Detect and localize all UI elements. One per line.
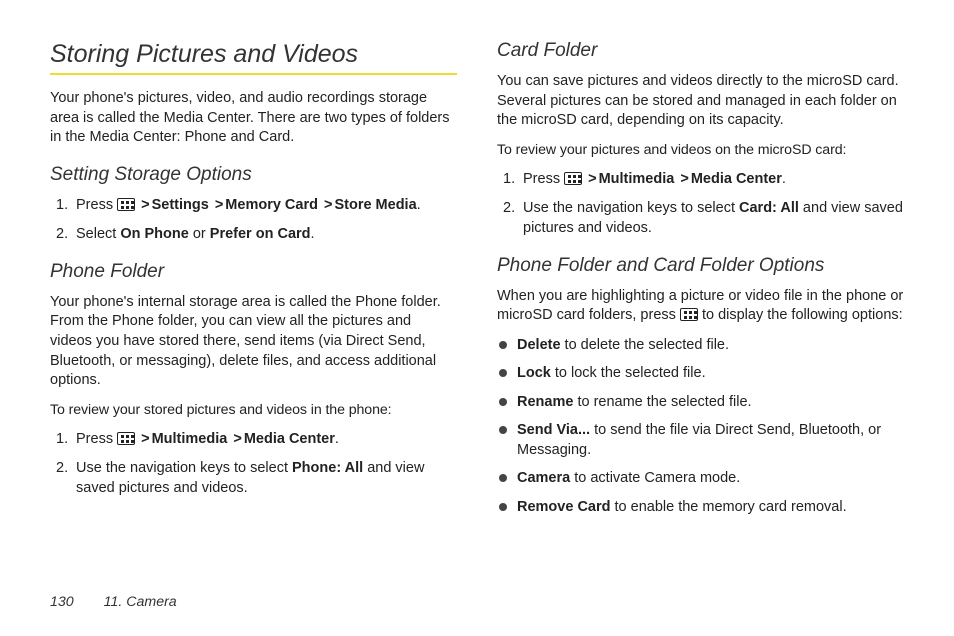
step-text: Press (76, 431, 117, 447)
nav-store-media: Store Media (334, 197, 416, 213)
card-folder-paragraph: You can save pictures and videos directl… (497, 72, 904, 131)
intro-paragraph: Your phone's pictures, video, and audio … (50, 89, 457, 148)
option-rename: Rename to rename the selected file. (497, 393, 904, 413)
option-text: to delete the selected file. (561, 337, 729, 353)
nav-multimedia: Multimedia (599, 171, 675, 187)
step-1: Press >Multimedia >Media Center. (497, 170, 904, 190)
option-camera: Camera to activate Camera mode. (497, 469, 904, 489)
step-text: Select (76, 226, 120, 242)
step-text: or (189, 226, 210, 242)
option-text: to lock the selected file. (551, 365, 706, 381)
intro-text: to display the following options: (698, 307, 903, 323)
nav-separator: > (588, 171, 596, 187)
subheading-phone-folder: Phone Folder (50, 261, 457, 283)
option-send-via: Send Via... to send the file via Direct … (497, 421, 904, 460)
subheading-folder-options: Phone Folder and Card Folder Options (497, 255, 904, 277)
menu-key-icon (680, 308, 698, 321)
period: . (417, 197, 421, 213)
nav-separator: > (215, 197, 223, 213)
period: . (335, 431, 339, 447)
page-title: Storing Pictures and Videos (50, 40, 457, 75)
nav-multimedia: Multimedia (152, 431, 228, 447)
option-lock: Lock to lock the selected file. (497, 364, 904, 384)
step-1: Press >Settings >Memory Card >Store Medi… (50, 196, 457, 216)
nav-separator: > (233, 431, 241, 447)
nav-separator: > (141, 431, 149, 447)
step-text: Press (523, 171, 564, 187)
phone-folder-paragraph: Your phone's internal storage area is ca… (50, 293, 457, 391)
period: . (782, 171, 786, 187)
option-prefer-on-card: Prefer on Card (210, 226, 311, 242)
menu-key-icon (117, 432, 135, 445)
card-folder-steps: Press >Multimedia >Media Center. Use the… (497, 170, 904, 239)
nav-separator: > (324, 197, 332, 213)
page-number: 130 (50, 594, 74, 610)
period: . (311, 226, 315, 242)
option-label: Camera (517, 470, 570, 486)
options-list: Delete to delete the selected file. Lock… (497, 336, 904, 518)
nav-separator: > (680, 171, 688, 187)
storage-options-steps: Press >Settings >Memory Card >Store Medi… (50, 196, 457, 245)
nav-media-center: Media Center (691, 171, 782, 187)
left-column: Storing Pictures and Videos Your phone's… (50, 40, 457, 570)
target-phone-all: Phone: All (292, 460, 363, 476)
step-text: Use the navigation keys to select (76, 460, 292, 476)
step-2: Use the navigation keys to select Phone:… (50, 459, 457, 498)
option-label: Delete (517, 337, 561, 353)
right-column: Card Folder You can save pictures and vi… (497, 40, 904, 570)
step-text: Press (76, 197, 117, 213)
step-text: Use the navigation keys to select (523, 200, 739, 216)
subheading-card-folder: Card Folder (497, 40, 904, 62)
subheading-storage-options: Setting Storage Options (50, 164, 457, 186)
menu-key-icon (117, 198, 135, 211)
two-column-layout: Storing Pictures and Videos Your phone's… (50, 40, 904, 570)
nav-media-center: Media Center (244, 431, 335, 447)
page-footer: 130 11. Camera (50, 594, 177, 610)
option-label: Remove Card (517, 499, 610, 515)
card-folder-lead: To review your pictures and videos on th… (497, 141, 904, 160)
option-label: Rename (517, 394, 573, 410)
step-2: Use the navigation keys to select Card: … (497, 199, 904, 238)
nav-separator: > (141, 197, 149, 213)
step-2: Select On Phone or Prefer on Card. (50, 225, 457, 245)
phone-folder-steps: Press >Multimedia >Media Center. Use the… (50, 430, 457, 499)
option-text: to enable the memory card removal. (610, 499, 846, 515)
menu-key-icon (564, 172, 582, 185)
option-label: Lock (517, 365, 551, 381)
option-label: Send Via... (517, 422, 590, 438)
phone-folder-lead: To review your stored pictures and video… (50, 401, 457, 420)
section-label: 11. Camera (104, 594, 177, 610)
option-text: to rename the selected file. (573, 394, 751, 410)
step-1: Press >Multimedia >Media Center. (50, 430, 457, 450)
nav-settings: Settings (152, 197, 209, 213)
options-intro: When you are highlighting a picture or v… (497, 287, 904, 326)
manual-page: Storing Pictures and Videos Your phone's… (0, 0, 954, 636)
option-on-phone: On Phone (120, 226, 188, 242)
option-text: to activate Camera mode. (570, 470, 740, 486)
option-remove-card: Remove Card to enable the memory card re… (497, 498, 904, 518)
option-delete: Delete to delete the selected file. (497, 336, 904, 356)
nav-memory-card: Memory Card (225, 197, 318, 213)
target-card-all: Card: All (739, 200, 799, 216)
